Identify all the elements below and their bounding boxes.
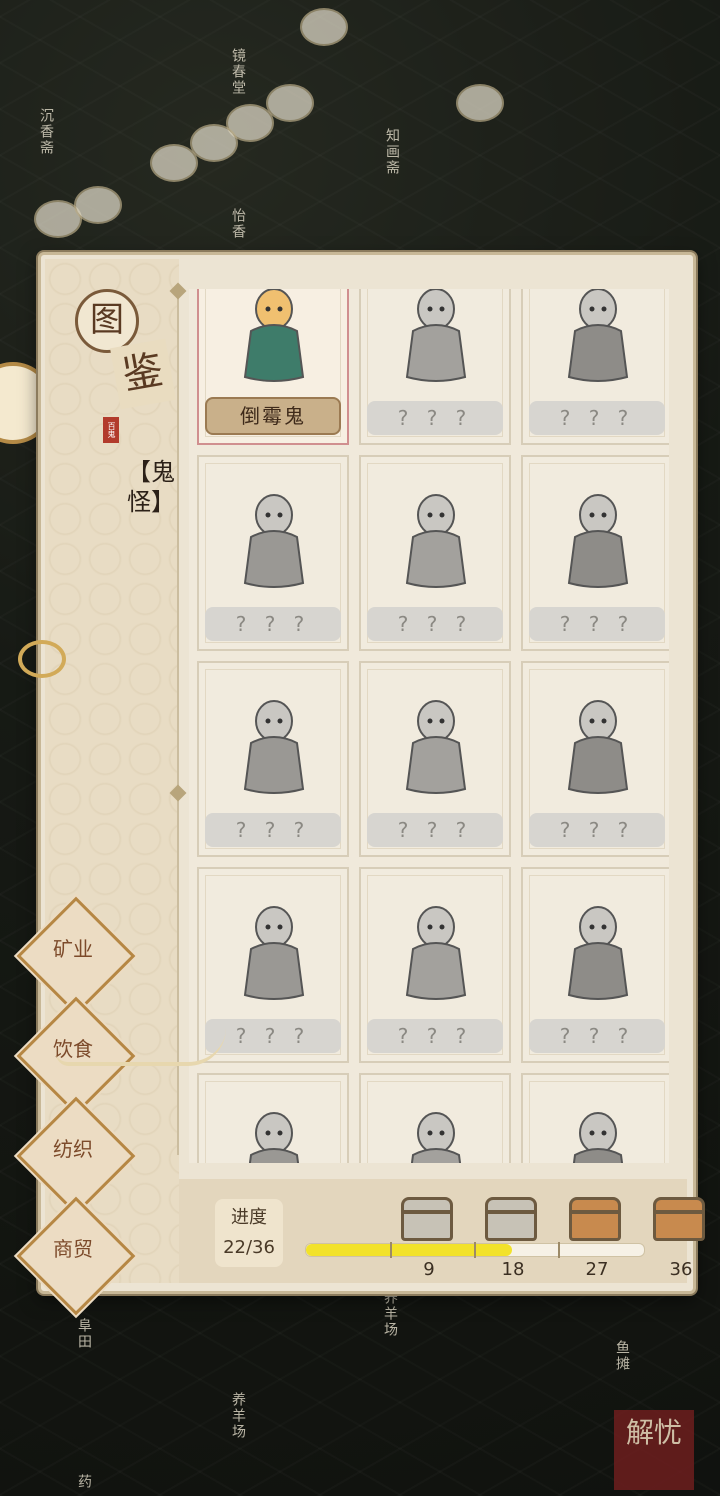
card-label: ? ? ?: [367, 607, 503, 641]
hooded-ghost-icon: [549, 289, 647, 387]
map-label: 知画斋: [384, 128, 400, 176]
codex-card[interactable]: ? ? ?: [521, 455, 669, 651]
firework-icon: [387, 1101, 485, 1163]
progress-title: 进度: [231, 1207, 267, 1228]
card-label: ? ? ?: [367, 401, 503, 435]
lady-ghost-icon: [387, 895, 485, 1005]
card-label: ? ? ?: [205, 1019, 341, 1053]
map-label: 养羊场: [230, 1392, 246, 1440]
card-label: ? ? ?: [529, 813, 665, 847]
codex-card[interactable]: 倒霉鬼: [197, 289, 349, 445]
old-man-umbrella-icon: [225, 289, 323, 387]
scroll-track: [177, 285, 179, 1155]
reward-chest-1-icon[interactable]: [401, 1197, 453, 1241]
map-label: 沉香斋: [38, 108, 54, 156]
codex-card[interactable]: ? ? ?: [197, 661, 349, 857]
progress-footer: 进度 22/36 9 18 27 36: [179, 1179, 705, 1283]
nav-label: 纺织: [53, 1137, 93, 1161]
card-label: ? ? ?: [529, 401, 665, 435]
codex-card[interactable]: [197, 1073, 349, 1163]
map-label: 养羊场: [382, 1290, 398, 1338]
codex-card[interactable]: ? ? ?: [359, 289, 511, 445]
nav-label: 商贸: [53, 1237, 93, 1261]
nav-item-mining[interactable]: 矿业: [16, 896, 136, 1016]
staff-ghost-icon: [225, 689, 323, 799]
nav-item-textile[interactable]: 纺织: [16, 1096, 136, 1216]
map-bubble[interactable]: [266, 84, 314, 122]
codex-title: 图 鉴 百鬼: [75, 289, 176, 443]
map-bubble[interactable]: [456, 84, 504, 122]
reward-chest-3-icon[interactable]: [569, 1197, 621, 1241]
map-label: 鱼摊: [614, 1340, 630, 1372]
fan-dancer-icon: [549, 483, 647, 593]
progress-bar: [305, 1242, 645, 1258]
progress-count: 22/36: [223, 1237, 275, 1258]
progress-tick: [390, 1242, 392, 1258]
progress-tick: [474, 1242, 476, 1258]
codex-card[interactable]: ? ? ?: [521, 289, 669, 445]
codex-card[interactable]: ? ? ?: [359, 867, 511, 1063]
card-label: ? ? ?: [529, 1019, 665, 1053]
map-bubble[interactable]: [150, 144, 198, 182]
progress-bar-fill: [306, 1244, 513, 1256]
card-label: ? ? ?: [529, 607, 665, 641]
reward-chest-4-icon[interactable]: [653, 1197, 705, 1241]
progress-label-box: 进度 22/36: [215, 1199, 283, 1267]
category-label: 【鬼怪】: [127, 458, 175, 516]
official-icon: [549, 1101, 647, 1163]
title-stamp: 百鬼: [103, 417, 119, 443]
map-bubble[interactable]: [300, 8, 348, 46]
card-label: 倒霉鬼: [205, 397, 341, 435]
hanged-ghost-icon: [225, 483, 323, 593]
board-ghost-icon: [387, 483, 485, 593]
codex-grid-viewport[interactable]: 倒霉鬼 ? ? ? ? ? ? ? ? ? ? ? ? ? ? ? ? ? ? ? ? ? ? …: [189, 289, 669, 1163]
squirrel-icon: [549, 689, 647, 799]
milestone-label: 36: [669, 1259, 693, 1280]
card-label: ? ? ?: [367, 1019, 503, 1053]
progress-tick: [558, 1242, 560, 1258]
codex-card[interactable]: ? ? ?: [197, 455, 349, 651]
codex-card[interactable]: ? ? ?: [521, 661, 669, 857]
codex-card[interactable]: ? ? ?: [359, 661, 511, 857]
monk-icon: [387, 689, 485, 799]
codex-card[interactable]: ? ? ?: [521, 867, 669, 1063]
ghost-snail-icon: [387, 289, 485, 387]
seal-text: 解忧: [625, 1416, 682, 1449]
milestone-label: 18: [501, 1259, 525, 1280]
milestone-label: 9: [423, 1259, 435, 1280]
map-label: 阜田: [76, 1318, 92, 1350]
farmer-icon: [549, 895, 647, 1005]
codex-grid: 倒霉鬼 ? ? ? ? ? ? ? ? ? ? ? ? ? ? ? ? ? ? ? ? ? ? …: [197, 289, 669, 1163]
map-label: 镜春堂: [230, 48, 246, 96]
codex-card[interactable]: [359, 1073, 511, 1163]
map-label: 怡香: [230, 208, 246, 240]
sea-goddess-icon: [225, 895, 323, 1005]
map-bubble[interactable]: [190, 124, 238, 162]
nav-item-trade[interactable]: 商贸: [16, 1196, 136, 1316]
card-label: ? ? ?: [367, 813, 503, 847]
rabbit-icon: [225, 1101, 323, 1163]
title-char-top: 图: [75, 289, 139, 353]
codex-card[interactable]: [521, 1073, 669, 1163]
map-bubble[interactable]: [74, 186, 122, 224]
tassel-ornament: [56, 1028, 226, 1066]
jieyou-seal[interactable]: 解忧: [614, 1410, 694, 1490]
map-label: 药: [76, 1474, 92, 1490]
title-char-bottom: 鉴: [110, 338, 176, 410]
card-label: ? ? ?: [205, 813, 341, 847]
codex-card[interactable]: ? ? ?: [359, 455, 511, 651]
reward-chest-2-icon[interactable]: [485, 1197, 537, 1241]
knot-ornament-icon: [18, 640, 66, 678]
card-label: ? ? ?: [205, 607, 341, 641]
milestone-label: 27: [585, 1259, 609, 1280]
nav-label: 矿业: [53, 937, 93, 961]
